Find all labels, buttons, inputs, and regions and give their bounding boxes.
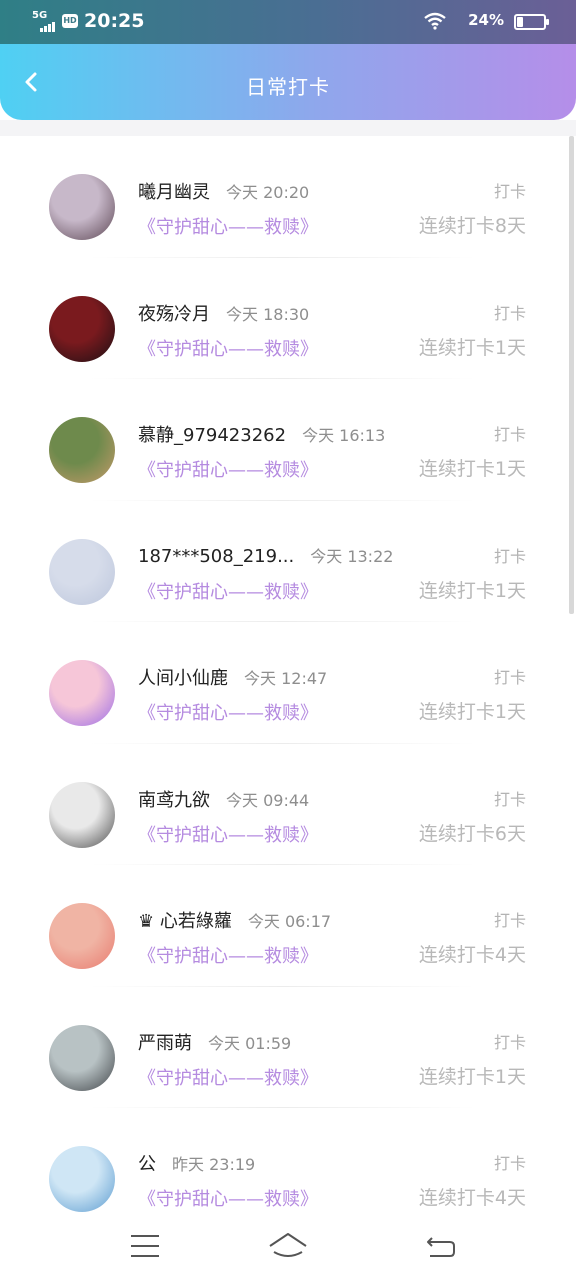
back-arrow-icon[interactable] (420, 1226, 460, 1266)
streak-count: 连续打卡1天 (418, 336, 526, 359)
scrollbar[interactable] (569, 136, 574, 614)
checkin-time: 今天 13:22 (310, 546, 394, 566)
list-item[interactable]: 慕静_979423262 今天 16:13 打卡 《守护甜心——救赎》 连续打卡1… (0, 379, 576, 501)
checkin-time: 今天 18:30 (226, 304, 310, 324)
page-title: 日常打卡 (246, 75, 330, 99)
book-title[interactable]: 《守护甜心——救赎》 (138, 942, 318, 968)
list-item[interactable]: 南鸢九欲 今天 09:44 打卡 《守护甜心——救赎》 连续打卡6天 (0, 744, 576, 865)
action-label: 打卡 (493, 546, 526, 566)
user-name[interactable]: 公 (138, 1154, 156, 1175)
clock: 20:25 (84, 10, 145, 32)
system-nav-bar (0, 1212, 576, 1280)
home-icon[interactable] (268, 1226, 308, 1266)
menu-icon[interactable] (125, 1226, 165, 1266)
checkin-time: 今天 16:13 (302, 426, 386, 445)
avatar[interactable] (49, 660, 115, 726)
list-item[interactable]: 187***508_219... 今天 13:22 打卡 《守护甜心——救赎》 连… (0, 501, 576, 622)
user-name[interactable]: 187***508_219... (138, 546, 294, 567)
battery-level (517, 17, 524, 27)
avatar[interactable] (49, 781, 115, 848)
action-label: 打卡 (493, 425, 526, 444)
checkin-time: 今天 09:44 (226, 790, 310, 810)
action-label: 打卡 (493, 911, 526, 930)
user-name[interactable]: 南鸢九欲 (138, 790, 210, 811)
user-name[interactable]: 夜殇冷月 (138, 304, 210, 325)
action-label: 打卡 (493, 1154, 526, 1173)
user-name[interactable]: 曦月幽灵 (138, 182, 210, 203)
avatar[interactable] (49, 417, 115, 483)
avatar[interactable] (49, 1024, 115, 1091)
book-title[interactable]: 《守护甜心——救赎》 (138, 456, 318, 482)
action-label: 打卡 (493, 668, 526, 687)
streak-count: 连续打卡1天 (418, 579, 526, 602)
book-title[interactable]: 《守护甜心——救赎》 (138, 1064, 318, 1090)
checkin-time: 昨天 23:19 (172, 1155, 256, 1174)
wifi-icon (424, 12, 446, 30)
list-item[interactable]: 夜殇冷月 今天 18:30 打卡 《守护甜心——救赎》 连续打卡1天 (0, 258, 576, 379)
header-spacer (0, 120, 576, 136)
checkin-time: 今天 06:17 (247, 912, 332, 931)
streak-count: 连续打卡4天 (418, 944, 526, 966)
battery-icon (514, 14, 549, 30)
action-label: 打卡 (493, 182, 526, 201)
title-bar: 日常打卡 (0, 44, 576, 120)
user-name[interactable]: 人间小仙鹿 (138, 668, 228, 689)
avatar[interactable] (49, 903, 115, 969)
book-title[interactable]: 《守护甜心——救赎》 (138, 1185, 318, 1211)
book-title[interactable]: 《守护甜心——救赎》 (138, 578, 318, 604)
avatar[interactable] (49, 1146, 115, 1212)
signal-icon (40, 20, 60, 32)
status-bar: 5G HD 20:25 24% (0, 0, 576, 44)
action-label: 打卡 (493, 303, 526, 323)
avatar[interactable] (49, 295, 115, 362)
streak-count: 连续打卡1天 (418, 701, 526, 723)
streak-count: 连续打卡8天 (418, 215, 526, 237)
user-name[interactable]: 严雨萌 (138, 1033, 192, 1054)
hd-badge: HD (62, 14, 78, 28)
checkin-time: 今天 20:20 (226, 183, 310, 202)
list-item[interactable]: 公昨天 23:19 打卡 《守护甜心——救赎》 连续打卡4天 (0, 1108, 576, 1212)
avatar[interactable] (49, 174, 115, 240)
avatar[interactable] (49, 538, 115, 605)
streak-count: 连续打卡4天 (418, 1187, 526, 1209)
checkin-time: 今天 01:59 (208, 1033, 292, 1053)
user-name[interactable]: ♛ 心若綠蘿 (138, 911, 232, 932)
header: 5G HD 20:25 24% 日常打卡 (0, 0, 576, 120)
book-title[interactable]: 《守护甜心——救赎》 (138, 335, 318, 361)
checkin-list[interactable]: 曦月幽灵 今天 20:20 打卡 《守护甜心——救赎》 连续打卡8天 夜殇冷月 今天… (0, 136, 576, 1212)
list-item[interactable]: 曦月幽灵 今天 20:20 打卡 《守护甜心——救赎》 连续打卡8天 (0, 136, 576, 258)
book-title[interactable]: 《守护甜心——救赎》 (138, 213, 318, 239)
list-item[interactable]: 严雨萌 今天 01:59 打卡 《守护甜心——救赎》 连续打卡1天 (0, 987, 576, 1108)
book-title[interactable]: 《守护甜心——救赎》 (138, 821, 318, 847)
list-item[interactable]: 人间小仙鹿 今天 12:47 打卡 《守护甜心——救赎》 连续打卡1天 (0, 622, 576, 744)
checkin-time: 今天 12:47 (244, 669, 328, 688)
list-item[interactable]: ♛ 心若綠蘿 今天 06:17 打卡 《守护甜心——救赎》 连续打卡4天 (0, 865, 576, 987)
streak-count: 连续打卡6天 (418, 822, 526, 845)
battery-percent: 24% (468, 11, 504, 29)
user-name[interactable]: 慕静_979423262 (138, 425, 286, 446)
book-title[interactable]: 《守护甜心——救赎》 (138, 699, 318, 725)
streak-count: 连续打卡1天 (418, 1065, 526, 1088)
action-label: 打卡 (493, 789, 526, 809)
streak-count: 连续打卡1天 (418, 458, 526, 480)
action-label: 打卡 (493, 1032, 526, 1052)
